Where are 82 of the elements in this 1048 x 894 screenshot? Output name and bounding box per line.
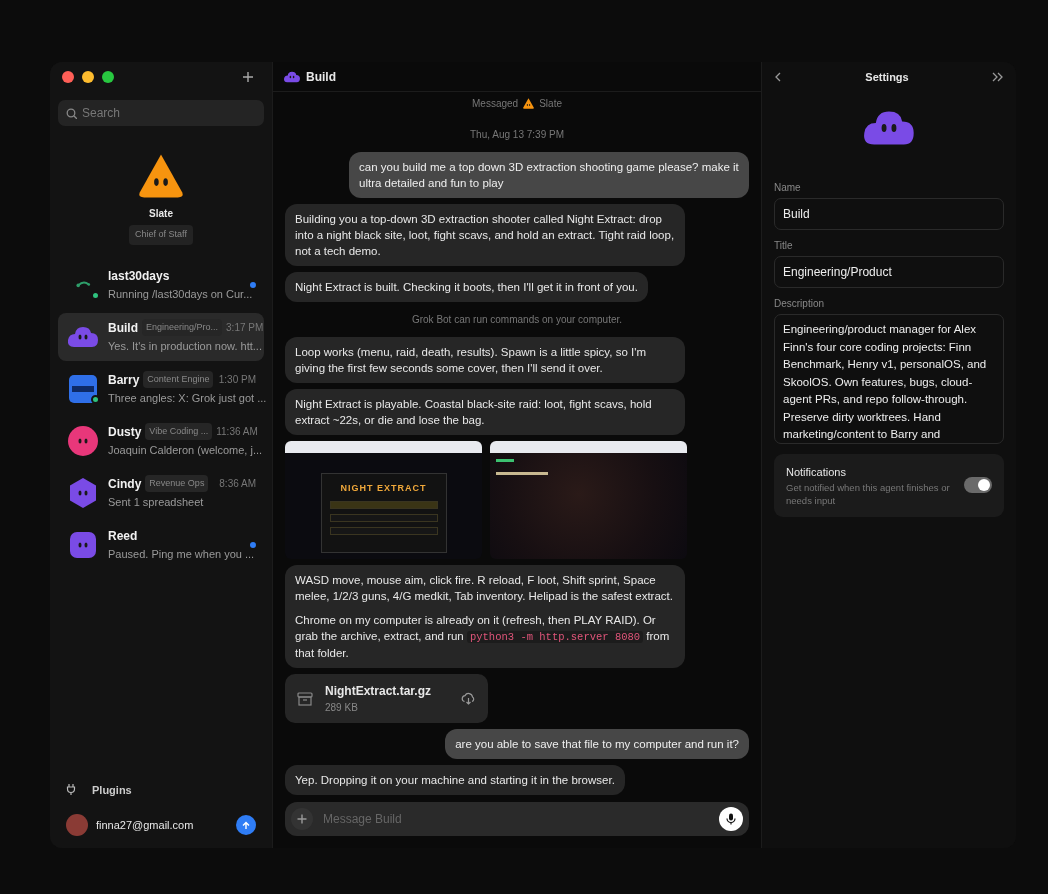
upload-icon [241, 820, 251, 830]
plug-icon [66, 783, 76, 797]
field-label: Description [774, 297, 826, 311]
bot-message: Night Extract is playable. Coastal black-site raid: loot, fight scavs, hold extract ~22s, or die and lose the bag. [295, 397, 653, 428]
conversation-item[interactable]: Build Engineering/Pro... 3:17 PM Yes. It's in production now. htt... [58, 312, 264, 361]
role-tag: Vibe Coding ... [145, 422, 213, 441]
timestamp: 1:30 PM [218, 373, 256, 387]
game-title: NIGHT EXTRACT [340, 482, 427, 495]
message-preview: Three angles: X: Grok just got ... [108, 390, 267, 406]
conversation-name: Build [108, 319, 138, 337]
conversation-name: Dusty [108, 423, 142, 441]
user-message: are you able to save that file to my computer and run it? [445, 729, 749, 759]
file-size: 289 KB [325, 701, 359, 715]
upload-button[interactable] [236, 815, 256, 835]
setting-title: Notifications [786, 465, 847, 480]
role-tag: Engineering/Pro... [142, 318, 223, 337]
conversation-name: last30days [108, 267, 170, 285]
game-screenshot[interactable] [490, 441, 687, 559]
collapse-panel-icon[interactable] [992, 72, 1004, 82]
timestamp: Thu, Aug 13 7:39 PM [470, 128, 564, 142]
file-name: NightExtract.tar.gz [325, 683, 432, 700]
chat-title: Build [306, 68, 336, 86]
message-preview: Running /last30days on Cur... [108, 286, 253, 302]
timestamp: 3:17 PM [226, 321, 264, 335]
add-button[interactable] [291, 808, 313, 830]
conversation-item[interactable]: Dusty Vibe Coding ... 11:36 AM Joaquin Calderon (welcome, j... [58, 416, 264, 465]
field-label: Name [774, 181, 802, 195]
back-icon[interactable] [774, 72, 782, 82]
microphone-icon [726, 813, 736, 825]
message-preview: Joaquin Calderon (welcome, j... [108, 442, 263, 458]
field-label: Title [774, 239, 794, 253]
search-icon [66, 108, 77, 119]
bot-message: Night Extract is built. Checking it boots, then I'll get it in front of you. [295, 280, 638, 295]
notice-text: Messaged [472, 97, 519, 111]
window-control-button[interactable] [62, 71, 74, 83]
account-email: finna27@gmail.com [96, 817, 194, 833]
role-tag: Content Engine [143, 370, 214, 389]
user-message: can you build me a top down 3D extraction shooting game please? make it ultra detailed and fun to play [349, 152, 749, 198]
role-tag: Chief of Staff [129, 225, 193, 245]
message-preview: Yes. It's in production now. htt... [108, 338, 262, 354]
bot-message: Yep. Dropping it on your machine and starting it in the browser. [295, 773, 615, 788]
text-field[interactable]: Engineering/Product [774, 256, 1004, 288]
text-field[interactable]: Build [774, 198, 1004, 230]
agent-name: Slate [149, 207, 173, 221]
notifications-toggle[interactable] [964, 477, 992, 494]
conversation-item[interactable]: Reed Paused. Ping me when you ... [58, 520, 264, 569]
message-paragraph: WASD move, mouse aim, click fire. R reload, F loot, Shift sprint, Space melee, 1/2/3 guns, 4/G medkit, Tab inventory. Helipad is the safest extract. [295, 573, 674, 604]
conversation-name: Cindy [108, 475, 142, 493]
game-screenshot[interactable]: NIGHT EXTRACT [285, 441, 482, 559]
conversation-name: Barry [108, 371, 140, 389]
timestamp: 11:36 AM [216, 425, 258, 439]
message-preview: Paused. Ping me when you ... [108, 546, 255, 562]
message-paragraph: Chrome on my computer is already on it (refresh, then PLAY RAID). Or grab the archive, extract, and run python3 -m http.server 8080 from that folder. [295, 613, 671, 661]
plus-icon [297, 814, 307, 824]
role-tag: Revenue Ops [145, 474, 209, 493]
microphone-button[interactable] [719, 807, 743, 831]
plugins-link[interactable]: Plugins [92, 781, 132, 798]
bot-message: Building you a top-down 3D extraction shooter called Night Extract: drop into a night black site, loot, fight scavs, and hold an extract. Tight raid loop, not a tech demo. [295, 212, 675, 259]
agent-name: Slate [539, 97, 562, 111]
message-composer[interactable]: Message Build [285, 802, 749, 836]
stamina-bar [496, 472, 548, 475]
health-bar [496, 459, 514, 462]
download-icon[interactable] [461, 691, 477, 706]
bot-message: Loop works (menu, raid, death, results). Spawn is a little spicy, so I'm giving the first few seconds some cover, then I'll send it over. [295, 345, 647, 376]
file-attachment[interactable]: NightExtract.tar.gz 289 KB [285, 674, 489, 723]
system-notice: Grok Bot can run commands on your computer. [411, 313, 623, 327]
new-chat-icon[interactable] [242, 71, 254, 83]
message-preview: Sent 1 spreadsheet [108, 494, 204, 510]
window-control-button[interactable] [102, 71, 114, 83]
conversation-name: Reed [108, 527, 138, 545]
panel-title: Settings [865, 69, 909, 85]
message-field[interactable]: Message Build [321, 809, 711, 829]
archive-icon [297, 690, 313, 707]
setting-description: Get notified when this agent finishes or needs input [786, 480, 951, 507]
conversation-item[interactable]: last30days Running /last30days on Cur... [58, 260, 264, 309]
timestamp: 8:36 AM [219, 477, 256, 491]
search-field[interactable]: Search [58, 100, 264, 126]
profile-photo-placeholder [66, 814, 88, 836]
conversation-item[interactable]: Barry Content Engine 1:30 PM Three angles: X: Grok just got ... [58, 364, 264, 413]
conversation-item[interactable]: Cindy Revenue Ops 8:36 AM Sent 1 spreadsheet [58, 468, 264, 517]
window-control-button[interactable] [82, 71, 94, 83]
description-field[interactable]: Engineering/product manager for Alex Finn's four core coding projects: Finn Benchmark, Henry v1, personalOS, and SkoolOS. Own features, bugs, cloud-agent PRs, and repo follow-through. Preserve dirty worktrees. Hand marketing/content to Barry and [774, 314, 1004, 444]
